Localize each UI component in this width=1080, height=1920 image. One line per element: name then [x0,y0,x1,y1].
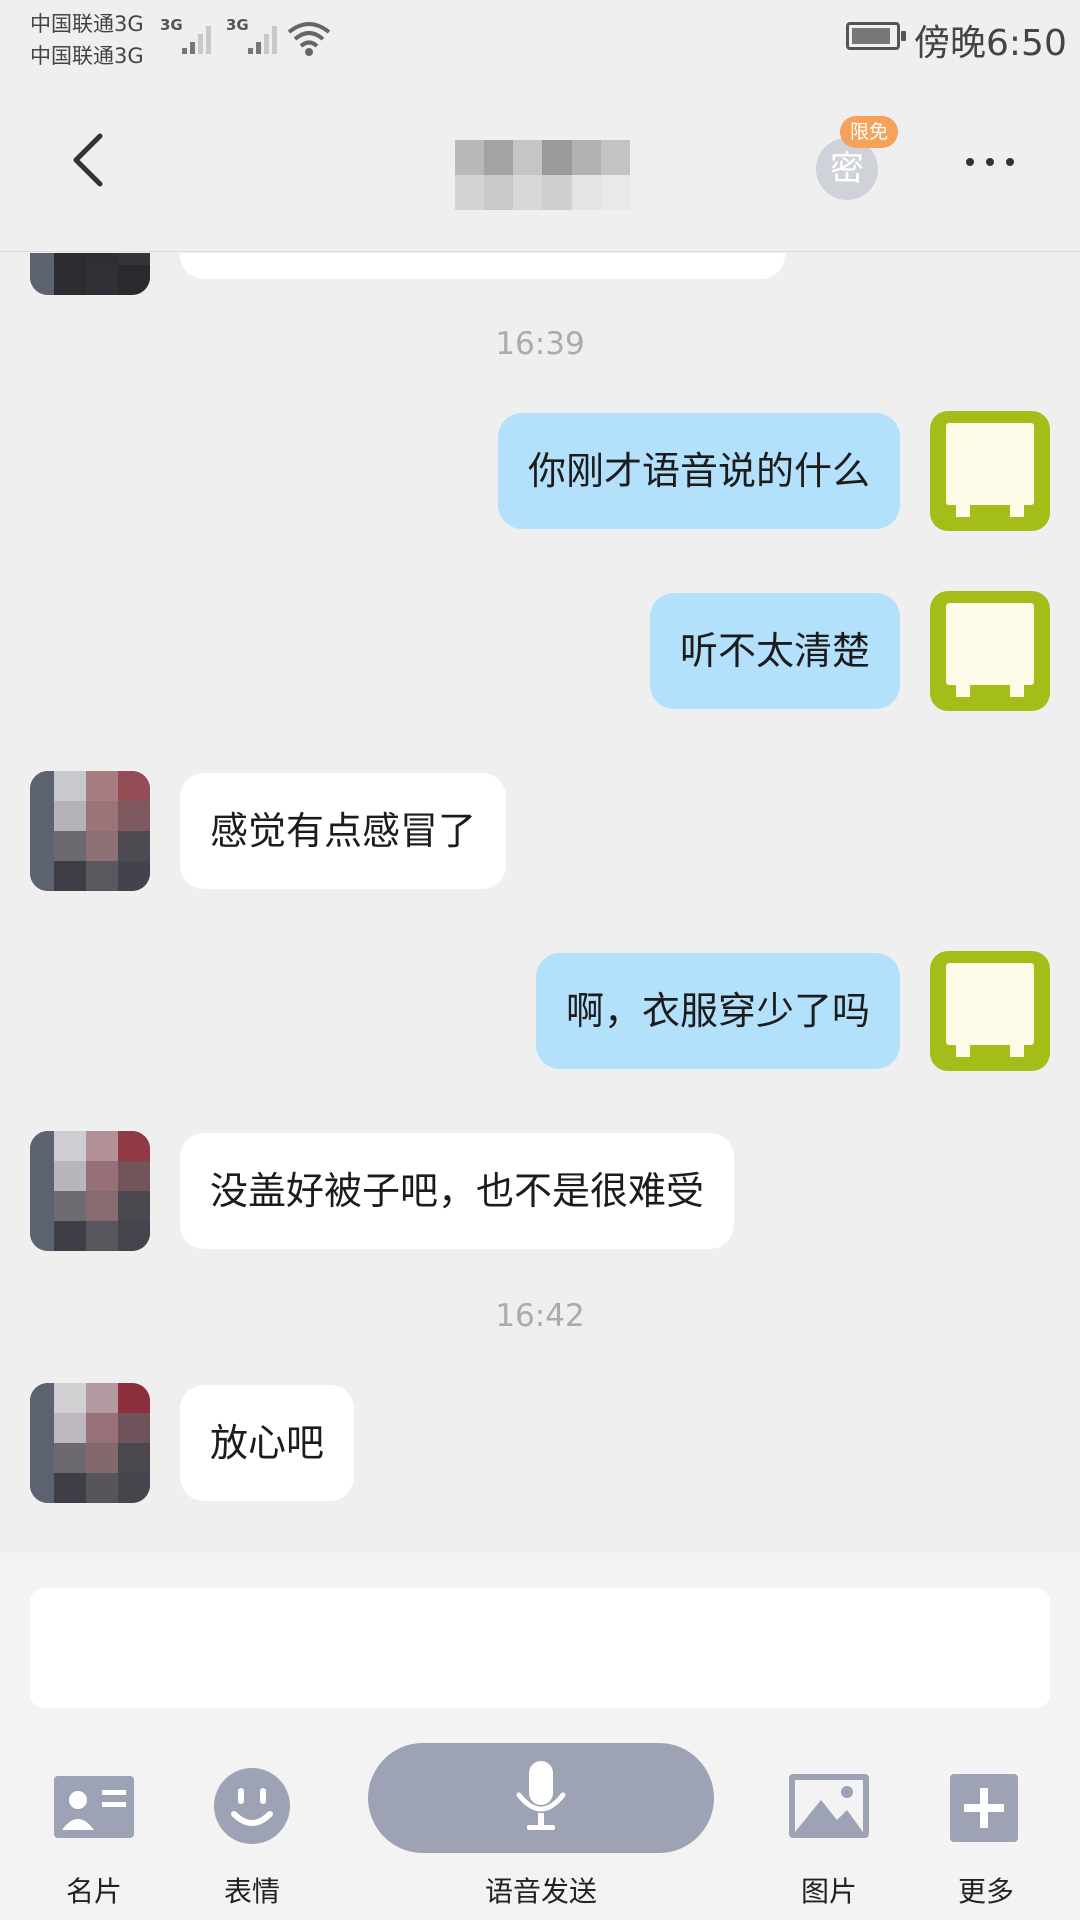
message-bubble[interactable]: 感觉有点感冒了 [180,773,507,889]
chevron-left-icon[interactable] [64,130,120,190]
microphone-icon [516,1761,566,1830]
more-button[interactable]: 更多 [931,1758,1041,1908]
smiley-icon [214,1768,290,1844]
message-bubble[interactable]: 啊，衣服穿少了吗 [535,953,900,1069]
emoji-button[interactable]: 表情 [197,1758,307,1908]
message-bubble[interactable] [180,253,785,279]
carrier-1-label: 中国联通3G [30,12,144,36]
image-button[interactable]: 图片 [774,1758,884,1908]
contact-card-icon [54,1776,134,1838]
signal-icon: 3G [160,16,216,54]
avatar[interactable] [30,1383,150,1503]
avatar[interactable] [30,1131,150,1251]
message-bubble[interactable]: 听不太清楚 [649,593,900,709]
message-list[interactable]: 16:39 你刚才语音说的什么 听不太清楚 感觉有点感冒了 啊，衣服穿少了吗 没… [0,253,1080,1553]
signal-icon: 3G [226,16,282,54]
free-badge: 限免 [840,116,899,148]
message-bubble[interactable]: 没盖好被子吧，也不是很难受 [180,1133,735,1249]
image-icon [789,1774,869,1838]
more-dots-icon[interactable] [960,150,1020,174]
chat-header: 密 限免 [0,80,1080,252]
image-label: 图片 [800,1875,857,1908]
voice-send-button[interactable] [368,1743,714,1853]
battery-icon [846,22,906,50]
avatar[interactable] [30,253,150,295]
input-toolbar: 名片 表情 语音发送 图片 更多 [0,1553,1080,1920]
status-bar: 中国联通3G 中国联通3G 3G 3G 傍晚6:50 [0,0,1080,80]
plus-icon [950,1774,1018,1842]
avatar[interactable] [930,951,1050,1071]
message-bubble[interactable]: 放心吧 [180,1385,355,1501]
contact-name-blurred [455,140,630,210]
avatar[interactable] [930,411,1050,531]
message-input[interactable] [30,1588,1050,1708]
avatar[interactable] [30,771,150,891]
wifi-icon [287,22,331,56]
status-time: 傍晚6:50 [914,23,1067,64]
more-label: 更多 [957,1875,1014,1908]
network-type-2: 3G [226,16,249,34]
message-bubble[interactable]: 你刚才语音说的什么 [497,413,900,529]
card-button[interactable]: 名片 [39,1758,149,1908]
carrier-2-label: 中国联通3G [30,44,144,68]
card-label: 名片 [65,1875,122,1908]
voice-send-label: 语音发送 [484,1875,597,1908]
emoji-label: 表情 [223,1875,280,1908]
avatar[interactable] [930,591,1050,711]
network-type-1: 3G [160,16,183,34]
timestamp: 16:42 [495,1298,585,1334]
timestamp: 16:39 [495,326,585,362]
